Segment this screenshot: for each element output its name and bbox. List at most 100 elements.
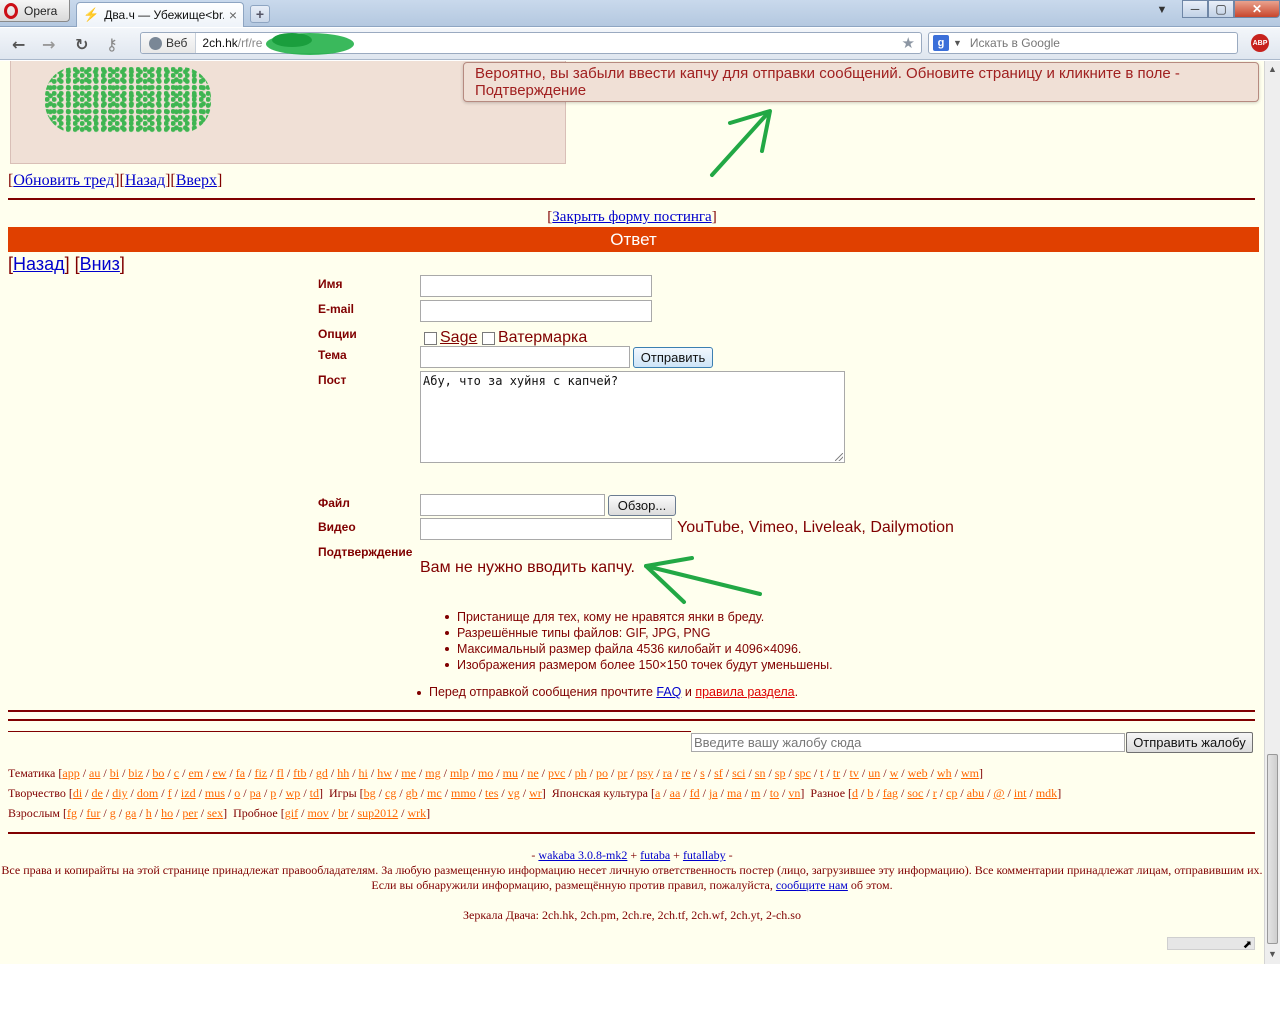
address-bar[interactable]: Веб 2ch.hk/rf/re ★ bbox=[140, 32, 922, 54]
board-link-re[interactable]: re bbox=[681, 766, 690, 780]
video-input[interactable] bbox=[420, 518, 672, 540]
board-link-int[interactable]: int bbox=[1014, 786, 1027, 800]
board-link-ja[interactable]: ja bbox=[709, 786, 718, 800]
back-link[interactable]: Назад bbox=[125, 172, 165, 189]
board-link-sex[interactable]: sex bbox=[207, 806, 223, 820]
board-link-mo[interactable]: mo bbox=[478, 766, 493, 780]
board-link-vg[interactable]: vg bbox=[508, 786, 520, 800]
board-link-bg[interactable]: bg bbox=[364, 786, 376, 800]
board-link-mc[interactable]: mc bbox=[427, 786, 442, 800]
board-link-wr[interactable]: wr bbox=[529, 786, 542, 800]
watermark-checkbox[interactable] bbox=[482, 331, 495, 345]
scroll-thumb[interactable] bbox=[1267, 754, 1278, 944]
board-link-ne[interactable]: ne bbox=[527, 766, 538, 780]
board-link-sf[interactable]: sf bbox=[714, 766, 723, 780]
board-link-sp[interactable]: sp bbox=[775, 766, 786, 780]
board-link-spc[interactable]: spc bbox=[795, 766, 811, 780]
board-link-tes[interactable]: tes bbox=[485, 786, 498, 800]
board-link-ga[interactable]: ga bbox=[125, 806, 136, 820]
watermark-option[interactable]: Ватермарка bbox=[482, 329, 587, 347]
board-link-ew[interactable]: ew bbox=[212, 766, 226, 780]
vertical-scrollbar[interactable]: ▲ ▼ bbox=[1264, 61, 1280, 964]
board-link-gd[interactable]: gd bbox=[316, 766, 328, 780]
board-link-web[interactable]: web bbox=[908, 766, 928, 780]
mini-scroll-widget[interactable]: ⬈ bbox=[1167, 937, 1255, 951]
address-url[interactable]: 2ch.hk/rf/re bbox=[196, 36, 262, 50]
board-link-cg[interactable]: cg bbox=[385, 786, 396, 800]
board-link-me[interactable]: me bbox=[401, 766, 416, 780]
minimize-button[interactable]: ─ bbox=[1182, 0, 1208, 18]
rules-link[interactable]: правила раздела bbox=[695, 685, 794, 699]
browse-button[interactable]: Обзор... bbox=[608, 495, 676, 516]
board-link-mus[interactable]: mus bbox=[205, 786, 225, 800]
browser-tab[interactable]: ⚡ Два.ч — Убежище<br... × bbox=[76, 2, 244, 27]
board-link-mdk[interactable]: mdk bbox=[1036, 786, 1057, 800]
board-link-per[interactable]: per bbox=[182, 806, 197, 820]
board-link-app[interactable]: app bbox=[62, 766, 79, 780]
board-link-ma[interactable]: ma bbox=[727, 786, 742, 800]
board-link-tv[interactable]: tv bbox=[850, 766, 859, 780]
board-link-mlp[interactable]: mlp bbox=[450, 766, 469, 780]
update-thread-link[interactable]: Обновить тред bbox=[13, 172, 114, 189]
search-engine-chevron-icon[interactable]: ▼ bbox=[953, 38, 962, 48]
board-link-br[interactable]: br bbox=[338, 806, 348, 820]
adblock-icon[interactable]: ABP bbox=[1251, 34, 1269, 52]
address-mode-badge[interactable]: Веб bbox=[141, 33, 197, 53]
back-nav-link[interactable]: Назад bbox=[13, 254, 65, 274]
tab-menu-chevron-icon[interactable]: ▼ bbox=[1148, 0, 1176, 20]
board-link-hh[interactable]: hh bbox=[337, 766, 349, 780]
board-link-sn[interactable]: sn bbox=[755, 766, 766, 780]
board-link-fl[interactable]: fl bbox=[276, 766, 283, 780]
board-link-wp[interactable]: wp bbox=[286, 786, 301, 800]
complaint-input[interactable]: Введите вашу жалобу сюда bbox=[691, 733, 1125, 752]
board-link-wm[interactable]: wm bbox=[961, 766, 979, 780]
search-box[interactable]: g ▼ Искать в Google bbox=[928, 32, 1238, 54]
subject-input[interactable] bbox=[420, 346, 630, 368]
board-link-un[interactable]: un bbox=[868, 766, 880, 780]
board-link-soc[interactable]: soc bbox=[907, 786, 923, 800]
futallaby-link[interactable]: futallaby bbox=[683, 848, 726, 862]
board-link-po[interactable]: po bbox=[596, 766, 608, 780]
board-link-au[interactable]: au bbox=[89, 766, 100, 780]
board-link-pr[interactable]: pr bbox=[617, 766, 627, 780]
board-link-em[interactable]: em bbox=[188, 766, 203, 780]
board-link-bi[interactable]: bi bbox=[110, 766, 119, 780]
board-link-aa[interactable]: aa bbox=[670, 786, 681, 800]
faq-link[interactable]: FAQ bbox=[656, 685, 681, 699]
board-link-[interactable]: @ bbox=[993, 786, 1004, 800]
forward-arrow-icon[interactable]: → bbox=[42, 35, 55, 54]
wakaba-link[interactable]: wakaba 3.0.8-mk2 bbox=[538, 848, 627, 862]
board-link-psy[interactable]: psy bbox=[637, 766, 654, 780]
board-link-dom[interactable]: dom bbox=[137, 786, 158, 800]
board-link-izd[interactable]: izd bbox=[181, 786, 196, 800]
email-input[interactable] bbox=[420, 300, 652, 322]
opera-menu-button[interactable]: Opera bbox=[0, 0, 70, 22]
board-link-wh[interactable]: wh bbox=[937, 766, 952, 780]
board-link-fur[interactable]: fur bbox=[86, 806, 100, 820]
board-link-mg[interactable]: mg bbox=[425, 766, 440, 780]
futaba-link[interactable]: futaba bbox=[640, 848, 670, 862]
submit-button[interactable]: Отправить bbox=[633, 347, 713, 368]
board-link-ho[interactable]: ho bbox=[161, 806, 173, 820]
board-link-hi[interactable]: hi bbox=[359, 766, 368, 780]
board-link-de[interactable]: de bbox=[92, 786, 103, 800]
board-link-ftb[interactable]: ftb bbox=[293, 766, 306, 780]
board-link-sci[interactable]: sci bbox=[732, 766, 745, 780]
tab-close-icon[interactable]: × bbox=[229, 7, 237, 23]
board-link-biz[interactable]: biz bbox=[128, 766, 143, 780]
board-link-diy[interactable]: diy bbox=[112, 786, 127, 800]
resize-grip-icon[interactable] bbox=[835, 453, 843, 461]
file-input[interactable] bbox=[420, 494, 605, 516]
board-link-ra[interactable]: ra bbox=[663, 766, 672, 780]
board-link-mov[interactable]: mov bbox=[307, 806, 328, 820]
scroll-up-icon[interactable]: ▲ bbox=[1268, 64, 1277, 74]
down-nav-link[interactable]: Вниз bbox=[80, 254, 120, 274]
board-link-fg[interactable]: fg bbox=[67, 806, 77, 820]
board-link-vn[interactable]: vn bbox=[788, 786, 800, 800]
board-link-m[interactable]: m bbox=[751, 786, 760, 800]
board-link-fd[interactable]: fd bbox=[690, 786, 700, 800]
board-link-mu[interactable]: mu bbox=[503, 766, 518, 780]
board-link-gif[interactable]: gif bbox=[285, 806, 298, 820]
board-link-fiz[interactable]: fiz bbox=[254, 766, 267, 780]
back-arrow-icon[interactable]: ← bbox=[12, 35, 25, 54]
